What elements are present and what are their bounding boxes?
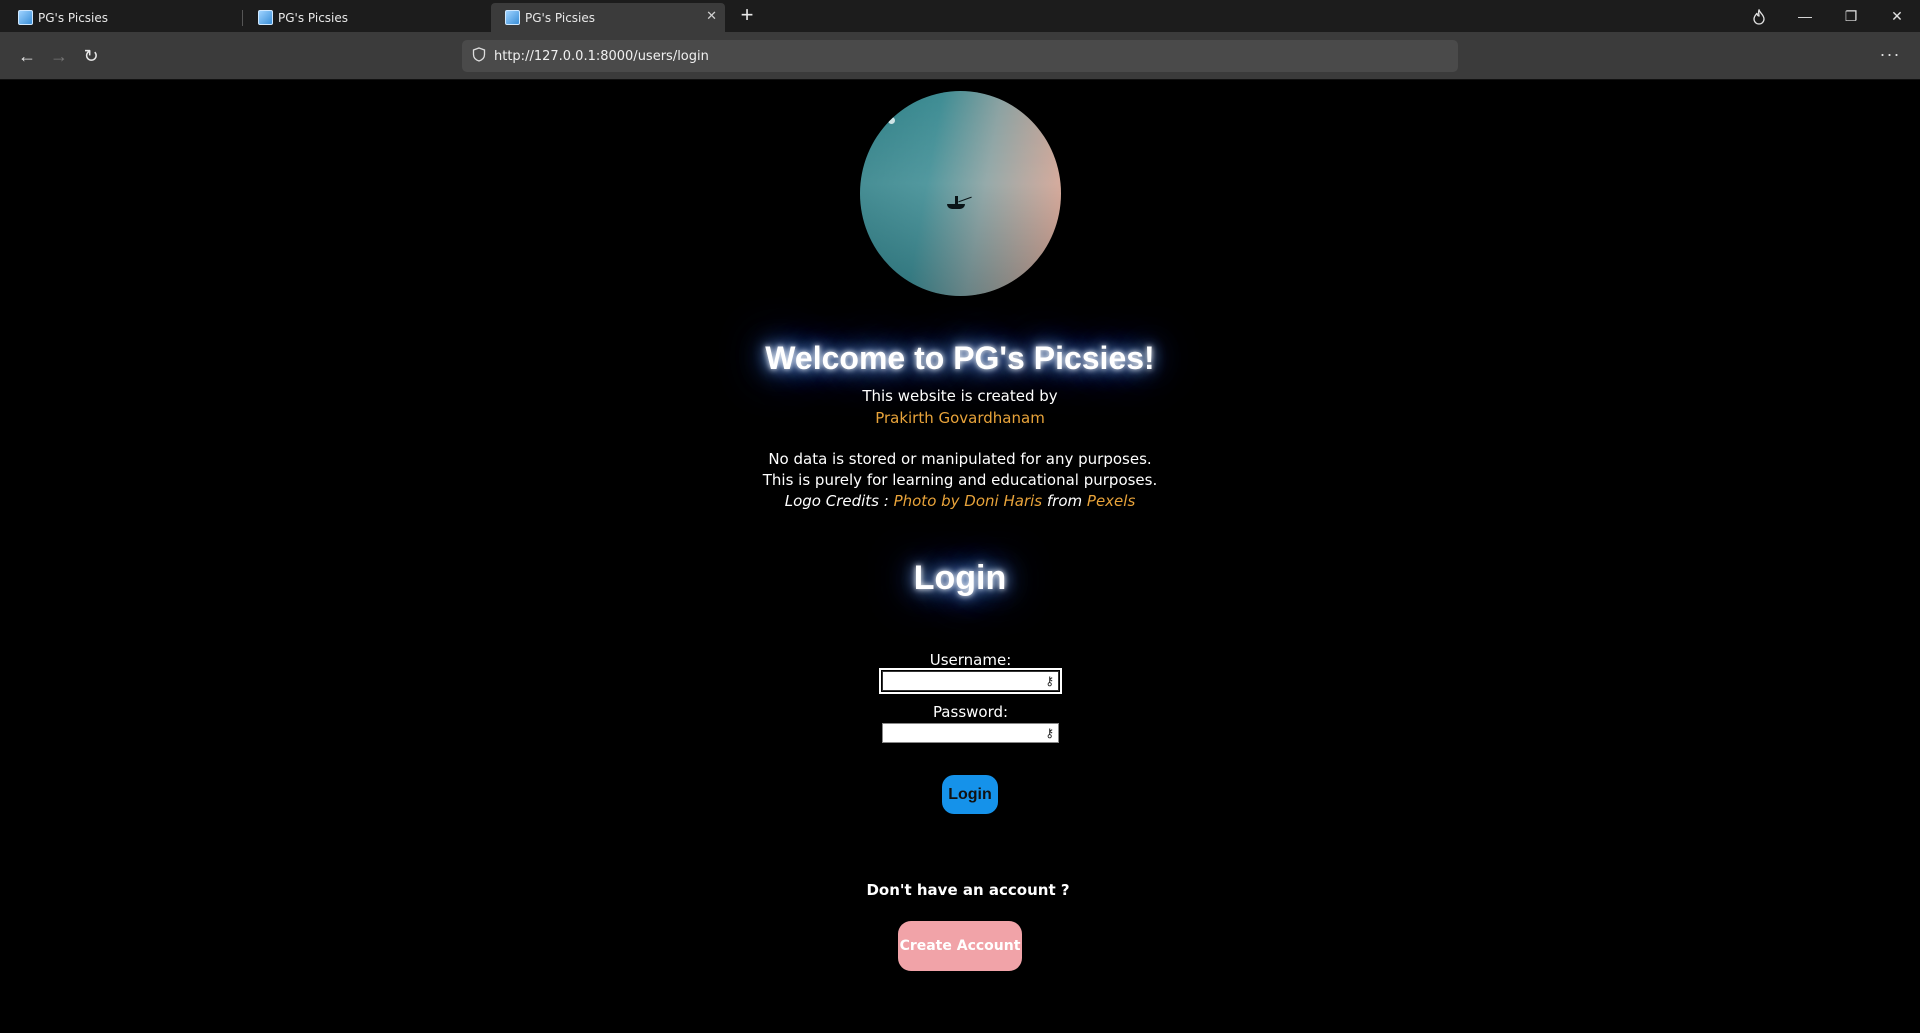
address-url: http://127.0.0.1:8000/users/login: [494, 48, 709, 64]
address-bar[interactable]: http://127.0.0.1:8000/users/login: [462, 40, 1458, 72]
more-menu-icon[interactable]: ···: [1876, 42, 1904, 70]
tab-1[interactable]: PG's Picsies: [4, 3, 238, 32]
login-page: Welcome to PG's Picsies! This website is…: [0, 81, 1920, 1033]
shield-icon[interactable]: [472, 47, 486, 65]
site-logo: [860, 91, 1061, 296]
username-input[interactable]: ⚷: [879, 668, 1062, 694]
back-arrow-icon[interactable]: ←: [13, 42, 41, 70]
logo-boat: [947, 204, 965, 209]
close-tab-icon[interactable]: ✕: [706, 9, 717, 25]
site-favicon-icon: [505, 10, 520, 25]
tab-title: PG's Picsies: [278, 10, 349, 25]
create-account-button[interactable]: Create Account: [898, 921, 1022, 971]
login-heading: Login: [913, 559, 1007, 597]
flame-icon[interactable]: [1736, 0, 1782, 32]
photo-credit-link[interactable]: Photo by Doni Haris: [894, 492, 1043, 510]
login-button[interactable]: Login: [942, 775, 998, 814]
new-tab-icon[interactable]: +: [735, 4, 759, 28]
disclaimer-line-2: This is purely for learning and educatio…: [762, 471, 1158, 489]
forward-arrow-icon[interactable]: →: [45, 42, 73, 70]
restore-icon[interactable]: ❐: [1828, 0, 1874, 32]
author-link[interactable]: Prakirth Govardhanam: [875, 409, 1045, 427]
username-label: Username:: [929, 651, 1012, 669]
logo-credits: Logo Credits : Photo by Doni Haris from …: [0, 492, 1920, 510]
author-line: Prakirth Govardhanam: [0, 409, 1920, 427]
tab-title: PG's Picsies: [525, 10, 596, 25]
minimize-icon[interactable]: —: [1782, 0, 1828, 32]
tab-separator: [242, 10, 243, 26]
tab-title: PG's Picsies: [38, 10, 109, 25]
navigation-toolbar: ← → ↻ http://127.0.0.1:8000/users/login …: [0, 32, 1920, 80]
site-favicon-icon: [258, 10, 273, 25]
password-label: Password:: [932, 703, 1009, 721]
credits-label: Logo Credits :: [784, 492, 889, 510]
logo-moon: [888, 117, 895, 124]
disclaimer-line-1: No data is stored or manipulated for any…: [768, 450, 1152, 468]
reload-icon[interactable]: ↻: [77, 42, 105, 70]
created-by-text: This website is created by: [862, 387, 1058, 405]
welcome-heading: Welcome to PG's Picsies!: [765, 340, 1155, 376]
key-icon[interactable]: ⚷: [1045, 725, 1054, 741]
close-window-icon[interactable]: ✕: [1874, 0, 1920, 32]
credits-from: from: [1046, 492, 1083, 510]
key-icon[interactable]: ⚷: [1045, 673, 1054, 689]
pexels-link[interactable]: Pexels: [1087, 492, 1135, 510]
tab-3-active[interactable]: PG's Picsies ✕: [491, 3, 725, 32]
password-input[interactable]: ⚷: [882, 723, 1059, 743]
tab-bar: PG's Picsies PG's Picsies PG's Picsies ✕…: [0, 0, 1920, 32]
site-favicon-icon: [18, 10, 33, 25]
no-account-text: Don't have an account ?: [866, 881, 1070, 899]
tab-2[interactable]: PG's Picsies: [242, 3, 478, 32]
